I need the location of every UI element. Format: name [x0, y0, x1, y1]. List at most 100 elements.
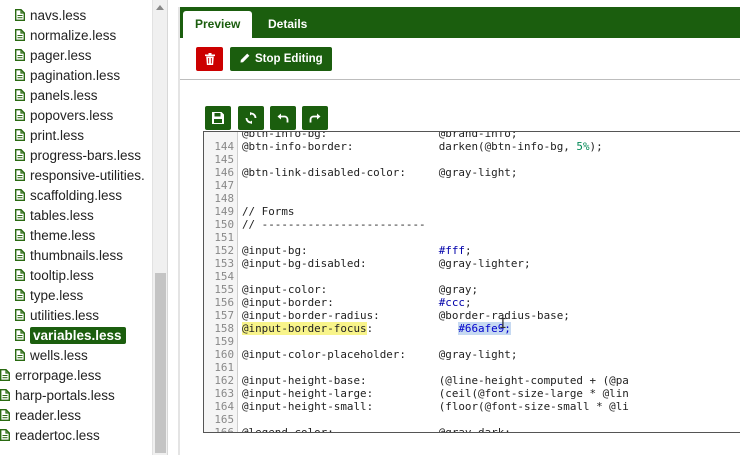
file-item[interactable]: progress-bars.less	[15, 147, 141, 165]
code-line[interactable]: @input-bg: #fff;	[242, 244, 472, 257]
file-icon	[15, 349, 25, 361]
file-name: variables.less	[30, 327, 126, 344]
file-item[interactable]: type.less	[15, 287, 83, 305]
file-item[interactable]: normalize.less	[15, 27, 116, 45]
file-item[interactable]: pagination.less	[15, 67, 120, 85]
line-number: 152	[214, 244, 234, 257]
code-line[interactable]: @btn-link-disabled-color: @gray-light;	[242, 166, 517, 179]
file-icon	[15, 169, 25, 181]
tab-preview[interactable]: Preview	[183, 11, 253, 38]
file-icon	[0, 429, 10, 441]
stop-editing-button[interactable]: Stop Editing	[230, 47, 332, 71]
line-number: 151	[214, 231, 234, 244]
tab-details[interactable]: Details	[256, 11, 319, 38]
line-number: 150	[214, 218, 234, 231]
scrollbar-thumb[interactable]	[155, 273, 166, 453]
line-number: 161	[214, 361, 234, 374]
line-number: 154	[214, 270, 234, 283]
number-value: 5%	[576, 140, 590, 153]
line-number: 165	[214, 413, 234, 426]
file-item[interactable]: responsive-utilities.	[15, 167, 145, 185]
trash-icon	[204, 53, 215, 65]
file-item[interactable]: readertoc.less	[0, 427, 100, 445]
refresh-button[interactable]	[238, 106, 264, 130]
file-item[interactable]: wells.less	[15, 347, 88, 365]
line-number: 149	[214, 205, 234, 218]
file-name: panels.less	[30, 88, 98, 103]
file-name: pagination.less	[30, 68, 121, 83]
code-line[interactable]: @btn-info-border: darken(@btn-info-bg, 5…	[242, 140, 603, 153]
scroll-up-arrow-icon[interactable]	[156, 5, 164, 10]
file-item[interactable]: tables.less	[15, 207, 94, 225]
file-icon	[0, 369, 10, 381]
file-name: wells.less	[30, 348, 88, 363]
line-number: 155	[214, 283, 234, 296]
file-item[interactable]: popovers.less	[15, 107, 113, 125]
file-icon	[15, 29, 25, 41]
color-value: #ccc	[438, 296, 465, 309]
file-item[interactable]: navs.less	[15, 7, 86, 25]
file-name: normalize.less	[30, 28, 117, 43]
file-icon	[15, 229, 25, 241]
line-number: 147	[214, 179, 234, 192]
file-item[interactable]: panels.less	[15, 87, 98, 105]
code-line[interactable]: @input-border-focus: #66afe9;	[242, 322, 511, 335]
delete-button[interactable]	[196, 47, 223, 71]
file-item[interactable]: tooltip.less	[15, 267, 94, 285]
file-item[interactable]: utilities.less	[15, 307, 99, 325]
undo-button[interactable]	[270, 106, 296, 130]
file-name: utilities.less	[30, 308, 100, 323]
file-icon	[15, 109, 25, 121]
file-icon	[15, 269, 25, 281]
line-number-gutter: 144 145 146 147 148 149 150 151 152 153 154 155 156 1…	[204, 132, 238, 432]
code-line[interactable]: @input-color: @gray;	[242, 283, 478, 296]
code-line[interactable]: @input-height-small: (floor(@font-size-s…	[242, 400, 629, 413]
undo-arrow-icon	[277, 113, 289, 123]
floppy-disk-icon	[212, 112, 224, 124]
file-name: popovers.less	[30, 108, 114, 123]
code-line[interactable]: // Forms	[242, 205, 294, 218]
file-tree-sidebar: navs.less normalize.less pager.less paginat…	[0, 0, 168, 455]
line-number: 146	[214, 166, 234, 179]
file-item[interactable]: variables.less	[15, 327, 126, 345]
file-name: type.less	[30, 288, 84, 303]
code-editor[interactable]: 144 145 146 147 148 149 150 151 152 153 154 155 156 1…	[203, 131, 740, 433]
file-item[interactable]: print.less	[15, 127, 84, 145]
code-line[interactable]: @legend-color: @gray-dark;	[242, 426, 511, 432]
code-line[interactable]: @input-border-radius: @border-radius-bas…	[242, 309, 570, 322]
save-button[interactable]	[205, 106, 231, 130]
file-name: reader.less	[15, 408, 82, 423]
file-name: scaffolding.less	[30, 188, 123, 203]
file-item[interactable]: scaffolding.less	[15, 187, 122, 205]
code-line[interactable]: @input-height-base: (@line-height-comput…	[242, 374, 629, 387]
file-item[interactable]: errorpage.less	[0, 367, 101, 385]
file-icon	[15, 289, 25, 301]
file-item[interactable]: theme.less	[15, 227, 95, 245]
code-line[interactable]: @input-bg-disabled: @gray-lighter;	[242, 257, 531, 270]
line-number: 164	[214, 400, 234, 413]
file-item[interactable]: reader.less	[0, 407, 81, 425]
file-item[interactable]: harp-portals.less	[0, 387, 115, 405]
line-number: 153	[214, 257, 234, 270]
file-icon	[15, 9, 25, 21]
editor-toolbar: Stop Editing	[180, 38, 740, 80]
file-name: thumbnails.less	[30, 248, 124, 263]
line-number: 157	[214, 309, 234, 322]
code-line[interactable]: @btn-info-bg: @brand-info;	[242, 132, 517, 140]
code-line[interactable]: @input-border: #ccc;	[242, 296, 472, 309]
file-icon	[15, 209, 25, 221]
code-line[interactable]: @input-height-large: (ceil(@font-size-la…	[242, 387, 629, 400]
file-name: progress-bars.less	[30, 148, 142, 163]
sidebar-scrollbar[interactable]	[152, 0, 167, 455]
file-name: readertoc.less	[15, 428, 100, 443]
file-item[interactable]: thumbnails.less	[15, 247, 123, 265]
code-line[interactable]: // -------------------------	[242, 218, 426, 231]
file-item[interactable]: pager.less	[15, 47, 92, 65]
redo-button[interactable]	[302, 106, 328, 130]
line-number: 148	[214, 192, 234, 205]
tab-bar: Preview Details	[180, 7, 740, 38]
file-name: tables.less	[30, 208, 94, 223]
redo-arrow-icon	[309, 113, 321, 123]
code-line[interactable]: @input-color-placeholder: @gray-light;	[242, 348, 517, 361]
file-name: print.less	[30, 128, 85, 143]
